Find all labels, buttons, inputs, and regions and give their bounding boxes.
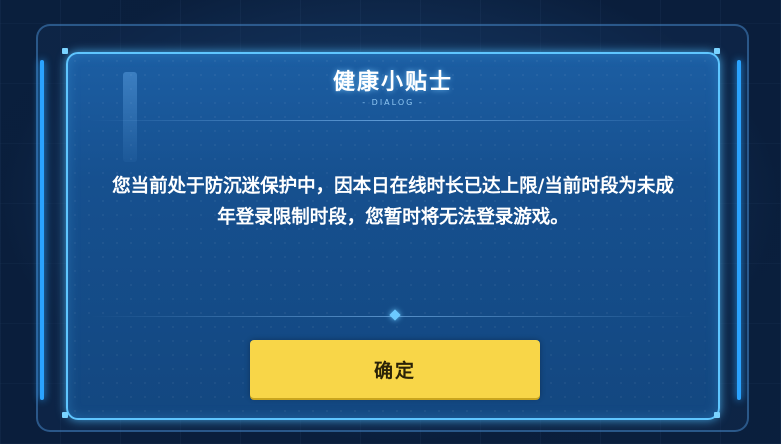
corner-ornament-icon [714, 412, 720, 418]
dialog-message: 您当前处于防沉迷保护中，因本日在线时长已达上限/当前时段为未成年登录限制时段，您… [112, 176, 674, 228]
right-glow-bar [737, 60, 741, 400]
health-tips-dialog: 健康小贴士 - DIALOG - 您当前处于防沉迷保护中，因本日在线时长已达上限… [66, 52, 720, 420]
dialog-subtitle: - DIALOG - [362, 98, 424, 107]
confirm-button[interactable]: 确定 [250, 340, 540, 398]
left-glow-bar [40, 60, 44, 400]
corner-ornament-icon [714, 48, 720, 54]
dialog-header: 健康小贴士 - DIALOG - [68, 64, 718, 107]
corner-ornament-icon [62, 48, 68, 54]
header-divider [90, 120, 696, 121]
corner-ornament-icon [62, 412, 68, 418]
dialog-title: 健康小贴士 [332, 70, 453, 95]
